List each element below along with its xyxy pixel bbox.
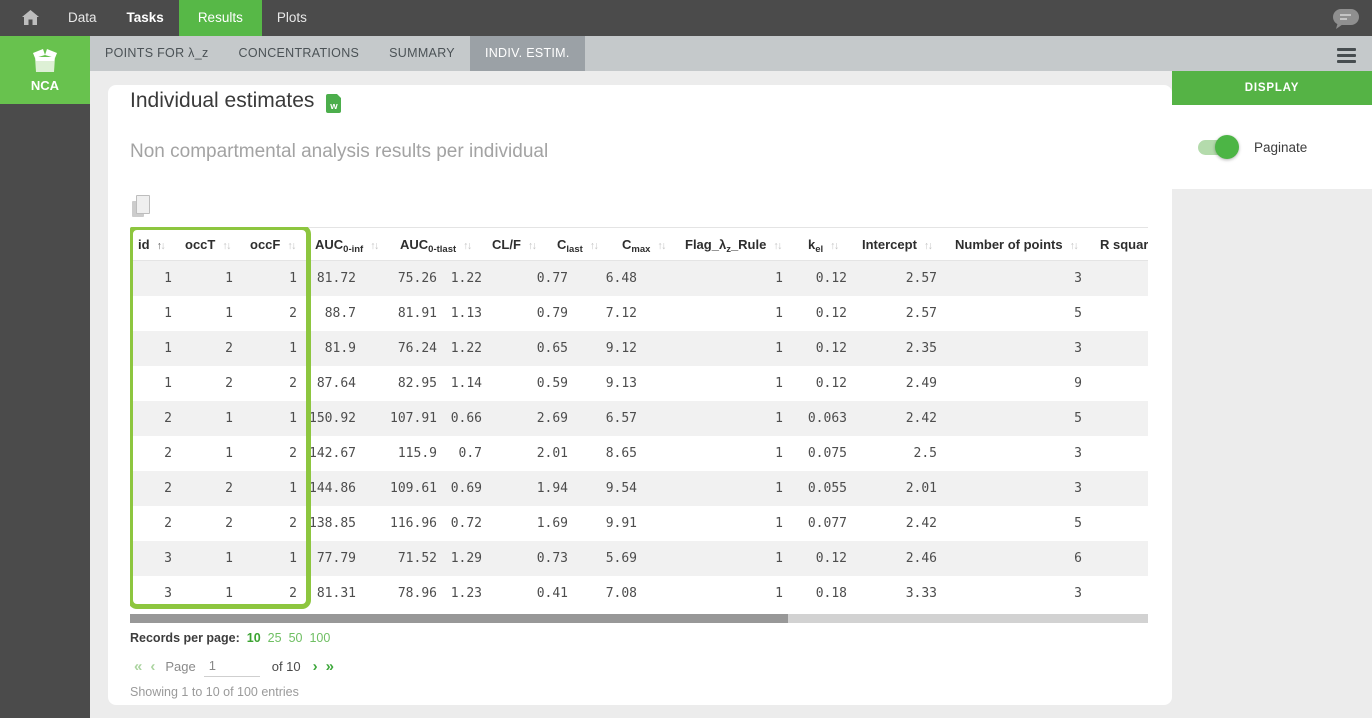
table-row: 2 1 2 142.67 115.9 0.7 2.01 8.65 1 0.075 2.5 3 <box>130 436 1148 471</box>
home-icon <box>22 10 39 25</box>
column-header[interactable]: R squared <box>1100 228 1148 261</box>
table-cell: 5 <box>1074 516 1082 531</box>
table-row: 1 1 1 81.72 75.26 1.22 0.77 6.48 1 0.12 2.57 3 <box>130 261 1148 296</box>
topbar-nav: Data Tasks Results Plots <box>53 0 322 36</box>
table-cell: 5 <box>1074 306 1082 321</box>
table-cell: 3 <box>1074 586 1082 601</box>
table-cell: 5 <box>1074 411 1082 426</box>
sort-arrows-icon: ↑↓ <box>657 240 666 252</box>
display-panel-header: DISPLAY <box>1172 71 1372 105</box>
main-area: Individual estimates w Non compartmental… <box>90 71 1372 718</box>
records-option-10[interactable]: 10 <box>247 631 261 645</box>
column-header[interactable]: CL/F ↑↓ <box>492 228 537 263</box>
records-option-25[interactable]: 25 <box>268 631 282 645</box>
sort-arrows-icon: ↑↓ <box>463 240 472 252</box>
sort-arrows-icon: ↑↓ <box>222 240 231 252</box>
table-cell: 3 <box>1074 341 1082 356</box>
page-number-input[interactable] <box>203 655 260 677</box>
column-header[interactable]: occF ↑↓ <box>250 228 296 263</box>
column-header[interactable]: Number of points ↑↓ <box>955 228 1079 263</box>
entries-summary: Showing 1 to 10 of 100 entries <box>130 685 299 699</box>
table-row: 2 2 2 138.85 116.96 0.72 1.69 9.91 1 0.077 2.42 5 <box>130 506 1148 541</box>
project-box-icon <box>33 48 57 72</box>
tab-indiv-estim[interactable]: INDIV. ESTIM. <box>469 36 585 71</box>
page-title: Individual estimates <box>130 89 315 112</box>
tab-summary[interactable]: SUMMARY <box>374 36 470 71</box>
sort-arrows-icon: ↑↓ <box>527 240 537 252</box>
chat-button[interactable] <box>1330 7 1360 35</box>
sort-arrows-icon: ↑↓ <box>923 240 933 252</box>
sidebar-item-nca-project[interactable]: NCA <box>0 36 90 104</box>
results-tabs: POINTS FOR λ_z CONCENTRATIONS SUMMARY INDIV… <box>90 36 585 71</box>
table-row: 2 2 1 144.86 109.61 0.69 1.94 9.54 1 0.055 2.01 3 <box>130 471 1148 506</box>
sort-arrows-icon: ↑↓ <box>287 240 296 252</box>
nav-item-plots[interactable]: Plots <box>262 0 322 36</box>
sort-arrows-icon: ↑↓ <box>1069 240 1079 252</box>
last-page-button[interactable]: » <box>322 658 338 675</box>
menu-button[interactable] <box>1337 48 1356 63</box>
page-label: Page <box>165 658 196 674</box>
records-option-100[interactable]: 100 <box>309 631 330 645</box>
left-sidebar: NCA <box>0 36 90 718</box>
table-row: 2 1 1 150.92 107.91 0.66 2.69 6.57 1 0.063 2.42 5 <box>130 401 1148 436</box>
sort-arrows-icon: ↑↓ <box>830 240 839 252</box>
results-card: Individual estimates w Non compartmental… <box>108 85 1172 705</box>
top-menu-bar: Data Tasks Results Plots <box>0 0 1372 36</box>
table-body: 1 1 1 81.72 75.26 1.22 0.77 6.48 1 0.12 2.57 3 1 1 2 88… <box>130 261 1148 611</box>
records-per-page: Records per page: 10 25 50 100 <box>130 631 330 645</box>
table-cell: 3 <box>1074 481 1082 496</box>
sort-arrows-icon: ↑↓ <box>370 240 379 252</box>
chat-bubble-icon <box>1333 9 1359 29</box>
table-cell: 9 <box>1074 376 1082 391</box>
display-panel: DISPLAY Paginate <box>1172 71 1372 718</box>
first-page-button[interactable]: « <box>130 658 146 675</box>
records-per-page-label: Records per page: <box>130 631 240 645</box>
scrollbar-thumb[interactable] <box>130 614 788 623</box>
table-row: 3 1 2 81.31 78.96 1.23 0.41 7.08 1 0.18 3.33 3 <box>130 576 1148 611</box>
word-export-icon[interactable]: w <box>326 92 343 113</box>
table-cell: 3 <box>1074 446 1082 461</box>
home-button[interactable] <box>22 10 39 26</box>
page-count-label: of 10 <box>271 658 301 674</box>
results-tabbar: POINTS FOR λ_z CONCENTRATIONS SUMMARY INDIV… <box>90 36 1372 71</box>
hamburger-icon <box>1337 48 1356 51</box>
column-header[interactable]: id ↑↓ <box>138 228 166 263</box>
table-row: 3 1 1 77.79 71.52 1.29 0.73 5.69 1 0.12 2.46 6 <box>130 541 1148 576</box>
horizontal-scrollbar[interactable] <box>130 614 1148 623</box>
column-header[interactable]: Intercept ↑↓ <box>862 228 933 263</box>
individual-estimates-table: id ↑↓ occT ↑↓ occF ↑↓ AUC0-inf ↑↓ AUC0-tlast ↑↓ CL… <box>130 227 1148 611</box>
tab-points-for-z[interactable]: POINTS FOR λ_z <box>90 36 224 71</box>
sort-arrows-icon: ↑↓ <box>589 240 599 252</box>
prev-page-button[interactable]: ‹ <box>146 658 159 675</box>
nav-item-results[interactable]: Results <box>178 0 262 36</box>
tab-concentrations[interactable]: CONCENTRATIONS <box>224 36 375 71</box>
pagination-controls: « ‹ Page of 10 › » <box>130 653 338 679</box>
table-row: 1 1 2 88.7 81.91 1.13 0.79 7.12 1 0.12 2.57 5 <box>130 296 1148 331</box>
table-row: 1 2 1 81.9 76.24 1.22 0.65 9.12 1 0.12 2.35 3 <box>130 331 1148 366</box>
column-header[interactable]: occT ↑↓ <box>185 228 231 263</box>
table-cell: 3 <box>1074 271 1082 286</box>
paginate-toggle[interactable] <box>1198 134 1239 159</box>
page-subtitle: Non compartmental analysis results per i… <box>130 141 549 162</box>
next-page-button[interactable]: › <box>309 658 322 675</box>
project-name: NCA <box>30 77 60 93</box>
paginate-label: Paginate <box>1254 139 1308 155</box>
nav-item-data[interactable]: Data <box>53 0 112 36</box>
sort-arrows-icon: ↑↓ <box>156 240 166 252</box>
table-cell: 6 <box>1074 551 1082 566</box>
records-option-50[interactable]: 50 <box>289 631 303 645</box>
copy-table-button[interactable] <box>132 195 150 217</box>
nav-item-tasks[interactable]: Tasks <box>112 0 179 36</box>
toggle-knob-icon <box>1215 134 1239 159</box>
sort-arrows-icon: ↑↓ <box>773 240 782 252</box>
table-row: 1 2 2 87.64 82.95 1.14 0.59 9.13 1 0.12 2.49 9 <box>130 366 1148 401</box>
table-header-row: id ↑↓ occT ↑↓ occF ↑↓ AUC0-inf ↑↓ AUC0-tlast ↑↓ CL… <box>130 227 1148 261</box>
